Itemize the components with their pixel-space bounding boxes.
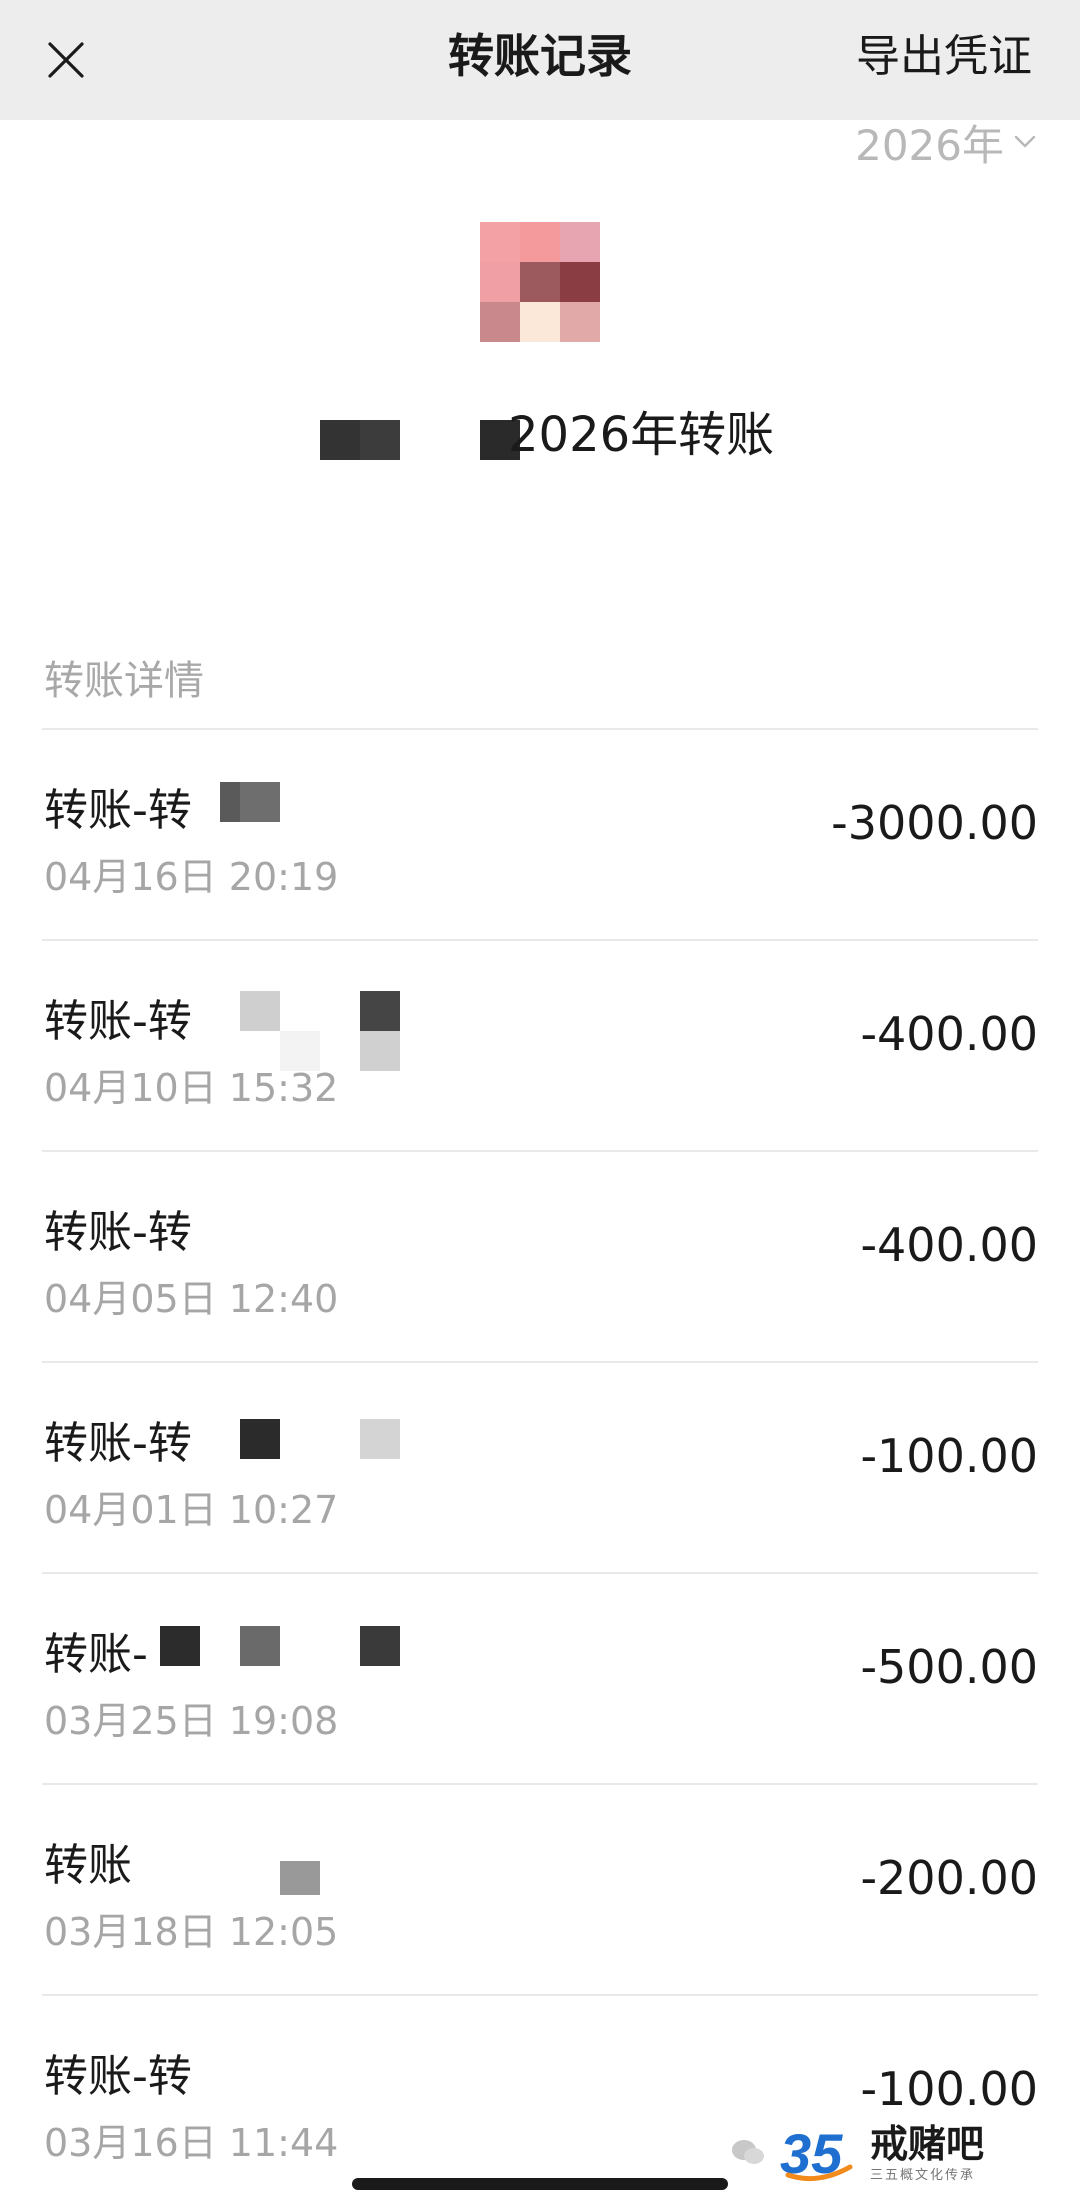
redacted-block — [280, 1861, 320, 1895]
summary-title-row: 2026年转账 — [0, 395, 1080, 475]
home-indicator — [352, 2178, 728, 2190]
transaction-title: 转账-转 — [44, 996, 192, 1047]
avatar-pixel — [520, 262, 560, 302]
transaction-amount: -100.00 — [860, 2062, 1038, 2116]
redacted-block — [360, 991, 400, 1031]
transaction-row[interactable]: 转账 03月18日 12:05 -200.00 — [42, 1783, 1038, 1994]
watermark-subtitle: 三五概文化传承 — [870, 2167, 976, 2183]
avatar-pixel — [520, 302, 560, 342]
avatar-pixel — [480, 262, 520, 302]
summary-title: 2026年转账 — [508, 407, 775, 463]
transaction-list: 转账-转 04月16日 20:19 -3000.00 转账-转 04月10日 1… — [0, 728, 1080, 2205]
transaction-row[interactable]: 转账-转 04月10日 15:32 -400.00 — [42, 939, 1038, 1150]
avatar-pixel — [560, 222, 600, 262]
redacted-block — [240, 782, 280, 822]
avatar — [480, 222, 600, 342]
transaction-row[interactable]: 转账-转 04月05日 12:40 -400.00 — [42, 1150, 1038, 1361]
close-icon — [48, 42, 84, 78]
transaction-amount: -500.00 — [860, 1640, 1038, 1694]
avatar-pixel — [520, 222, 560, 262]
redacted-block — [240, 1419, 280, 1459]
transaction-amount: -400.00 — [860, 1218, 1038, 1272]
transaction-amount: -3000.00 — [831, 796, 1038, 850]
redacted-name-block — [360, 420, 400, 460]
redacted-block — [360, 1626, 400, 1666]
transaction-time: 03月25日 19:08 — [44, 1699, 339, 1743]
transaction-title: 转账- — [44, 1629, 148, 1680]
avatar-pixel — [560, 302, 600, 342]
transaction-row[interactable]: 转账- 03月25日 19:08 -500.00 — [42, 1572, 1038, 1783]
watermark: 35 戒赌吧 三五概文化传承 — [730, 2118, 1050, 2188]
chevron-down-icon — [1014, 135, 1036, 148]
transaction-row[interactable]: 转账-转 04月01日 10:27 -100.00 — [42, 1361, 1038, 1572]
transaction-title: 转账 — [44, 1840, 132, 1891]
transaction-time: 03月16日 11:44 — [44, 2121, 339, 2165]
transaction-amount: -400.00 — [860, 1007, 1038, 1061]
export-voucher-button[interactable]: 导出凭证 — [856, 22, 1032, 92]
close-button[interactable] — [36, 30, 96, 90]
avatar-pixel — [480, 222, 520, 262]
transaction-row[interactable]: 转账-转 04月16日 20:19 -3000.00 — [42, 728, 1038, 939]
transaction-amount: -100.00 — [860, 1429, 1038, 1483]
transaction-time: 03月18日 12:05 — [44, 1910, 339, 1954]
transaction-title: 转账-转 — [44, 785, 192, 836]
watermark-name: 戒赌吧 — [870, 2121, 985, 2166]
redacted-block — [280, 1031, 320, 1071]
redacted-block — [240, 991, 280, 1031]
wechat-icon — [732, 2140, 764, 2164]
logo-35-icon: 35 — [780, 2123, 853, 2183]
avatar-pixel — [480, 302, 520, 342]
transaction-title: 转账-转 — [44, 1207, 192, 1258]
transaction-amount: -200.00 — [860, 1851, 1038, 1905]
transaction-title: 转账-转 — [44, 1418, 192, 1469]
redacted-block — [160, 1626, 200, 1666]
redacted-block — [240, 1626, 280, 1666]
transaction-title: 转账-转 — [44, 2051, 192, 2102]
transaction-time: 04月01日 10:27 — [44, 1488, 339, 1532]
year-selector[interactable]: 2026年 — [855, 112, 1038, 172]
redacted-block — [360, 1031, 400, 1071]
transaction-time: 04月05日 12:40 — [44, 1277, 339, 1321]
section-label: 转账详情 — [44, 658, 204, 704]
transaction-time: 04月16日 20:19 — [44, 855, 339, 899]
year-selector-value: 2026年 — [855, 120, 1004, 170]
top-bar: 转账记录 导出凭证 — [0, 0, 1080, 120]
redacted-block — [360, 1419, 400, 1459]
avatar-pixel — [560, 262, 600, 302]
